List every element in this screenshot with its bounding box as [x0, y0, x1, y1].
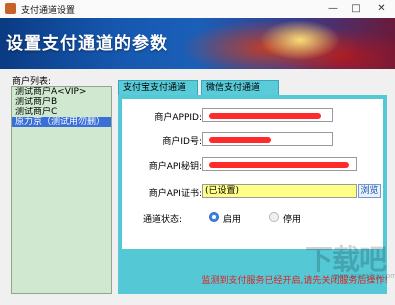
merchant-id-label: 商户ID号: — [162, 137, 202, 147]
merchant-id-field[interactable] — [202, 132, 333, 146]
enable-radio-label: 启用 — [223, 215, 242, 225]
settings-form: 商户APPID: 商户ID号: 商户API秘钥: 商户API证书: (已设置) … — [122, 99, 383, 249]
list-item[interactable]: 测试商户A<VIP> — [12, 87, 111, 97]
list-item-selected[interactable]: 原力京（测试用勿删） — [12, 117, 111, 127]
api-secret-field[interactable] — [202, 157, 357, 171]
window-title: 支付通道设置 — [21, 6, 76, 16]
redaction-mark — [209, 113, 321, 119]
api-cert-field[interactable]: (已设置) — [202, 184, 357, 198]
header-banner: 设置支付通道的参数 — [0, 18, 395, 69]
maximize-icon[interactable]: □ — [345, 0, 367, 18]
title-bar: 支付通道设置 — □ ✕ — [0, 0, 395, 19]
disable-radio-label: 停用 — [283, 215, 302, 225]
api-cert-label: 商户API证书: — [148, 189, 202, 199]
app-icon — [5, 3, 16, 14]
enable-radio[interactable] — [209, 212, 219, 222]
appid-label: 商户APPID: — [154, 113, 202, 123]
redaction-mark — [209, 137, 271, 143]
browse-button[interactable]: 浏览 — [358, 184, 381, 198]
banner-title: 设置支付通道的参数 — [6, 34, 168, 54]
redaction-mark — [209, 162, 349, 168]
close-icon[interactable]: ✕ — [368, 0, 395, 18]
api-secret-label: 商户API秘钥: — [148, 162, 202, 172]
list-item[interactable]: 测试商户C — [12, 107, 111, 117]
minimize-icon[interactable]: — — [322, 0, 344, 18]
disable-radio[interactable] — [269, 212, 279, 222]
tab-wechat[interactable]: 微信支付通道 — [201, 80, 279, 95]
watermark-url: www.xiazaiba.com — [332, 272, 395, 280]
status-label: 通道状态: — [142, 215, 182, 225]
merchant-list[interactable]: 测试商户A<VIP> 测试商户B 测试商户C 原力京（测试用勿删） — [11, 86, 112, 294]
tab-alipay[interactable]: 支付宝支付通道 — [118, 80, 198, 95]
appid-field[interactable] — [202, 108, 333, 122]
list-item[interactable]: 测试商户B — [12, 97, 111, 107]
